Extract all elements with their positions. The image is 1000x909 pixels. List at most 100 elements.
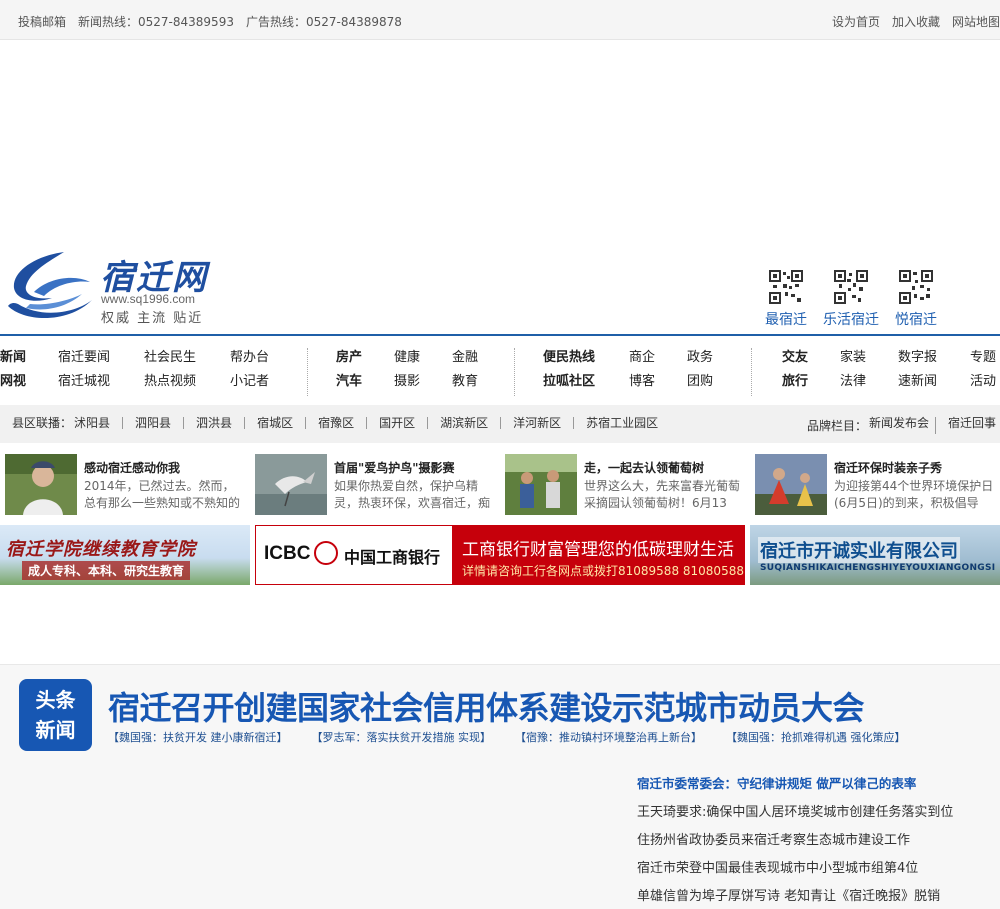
county-bar: 县区联播： 沭阳县 泗阳县 泗洪县 宿城区 宿豫区 国开区 湖滨新区 洋河新区 … xyxy=(0,405,1000,443)
top-bar-actions: 设为首页 加入收藏 网站地图 xyxy=(832,13,1000,30)
county-link[interactable]: 苏宿工业园区 xyxy=(573,417,670,429)
qr-code-icon xyxy=(769,270,803,304)
logo-url: www.sq1996.com xyxy=(101,292,196,306)
nav-item-suqian-news[interactable]: 宿迁要闻 xyxy=(58,346,144,370)
brand-links: 品牌栏目： 新闻发布会 宿迁回事 xyxy=(807,417,996,434)
county-label-text: 县区联播： xyxy=(12,416,73,430)
card-title[interactable]: 宿迁环保时装亲子秀 xyxy=(834,459,942,476)
qr-lehuo-suqian[interactable]: 乐活宿迁 xyxy=(822,270,880,329)
nav-item-law[interactable]: 法律 xyxy=(840,370,898,394)
logo-swoosh-icon xyxy=(8,252,92,319)
logo-slogan: 权威 主流 贴近 xyxy=(101,311,204,326)
nav-item-suqian-tv[interactable]: 宿迁城视 xyxy=(58,370,144,394)
ad-banner-college[interactable]: 宿迁学院继续教育学院 成人专科、本科、研究生教育 xyxy=(0,525,250,585)
brand-link[interactable]: 新闻发布会 xyxy=(867,417,935,434)
site-logo[interactable]: 宿迁网 www.sq1996.com 权威 主流 贴近 xyxy=(4,248,224,326)
brand-link[interactable]: 宿迁回事 xyxy=(934,417,996,434)
nav-item-digital-paper[interactable]: 数字报 xyxy=(898,346,970,370)
news-list-item[interactable]: 宿迁市委常委会：守纪律讲规矩 做严以律己的表率 xyxy=(637,773,997,801)
nav-item-education[interactable]: 教育 xyxy=(452,370,502,394)
nav-item-travel[interactable]: 旅行 xyxy=(782,370,840,394)
card-desc: 如果你热爱自然，保护乌精灵，热衷环保，欢喜宿迁，痴 xyxy=(334,479,491,510)
featured-card[interactable]: 走，一起去认领葡萄树 世界这么大，先来富春光葡萄采摘园认领葡萄树！6月13 xyxy=(500,454,745,516)
card-thumbnail-image xyxy=(5,454,77,515)
county-link[interactable]: 湖滨新区 xyxy=(427,417,500,429)
headline-sublink[interactable]: 【宿豫：推动镇村环境整治再上新台】 xyxy=(515,729,702,745)
card-title[interactable]: 感动宿迁感动你我 xyxy=(84,459,180,476)
nav-item-health[interactable]: 健康 xyxy=(394,346,452,370)
headline-sublink[interactable]: 【魏国强：扶贫开发 建小康新宿迁】 xyxy=(108,729,288,745)
news-hotline: 新闻热线：0527-84389593 xyxy=(78,15,234,29)
icbc-promo-line1: 工商银行财富管理您的低碳理财生活 xyxy=(462,540,734,560)
nav-item-dating[interactable]: 交友 xyxy=(782,346,840,370)
nav-item-hot-video[interactable]: 热点视频 xyxy=(144,370,230,394)
nav-item-government[interactable]: 政务 xyxy=(687,346,737,370)
nav-item-auto[interactable]: 汽车 xyxy=(336,370,394,394)
top-bar-contacts: 投稿邮箱 新闻热线：0527-84389593 广告热线：0527-843898… xyxy=(18,13,402,30)
qr-code-icon xyxy=(899,270,933,304)
news-list-item[interactable]: 宿迁市荣登中国最佳表现城市中小型城市组第4位 xyxy=(637,857,997,885)
nav-item-kid-reporter[interactable]: 小记者 xyxy=(230,370,290,394)
nav-item-help-desk[interactable]: 帮办台 xyxy=(230,346,290,370)
nav-item-business[interactable]: 商企 xyxy=(629,346,687,370)
nav-item-house[interactable]: 房产 xyxy=(336,346,394,370)
county-link[interactable]: 宿豫区 xyxy=(305,417,366,429)
card-title[interactable]: 走，一起去认领葡萄树 xyxy=(584,459,704,476)
nav-group-service: 便民热线 拉呱社区 商企 博客 政务 团购 xyxy=(543,346,737,394)
ad-title: 宿迁市开诚实业有限公司 xyxy=(758,537,960,563)
nav-item-community[interactable]: 拉呱社区 xyxy=(543,370,629,394)
nav-item-finance[interactable]: 金融 xyxy=(452,346,502,370)
qr-zui-suqian[interactable]: 最宿迁 xyxy=(760,270,812,329)
nav-item-events[interactable]: 活动 xyxy=(970,370,1000,394)
county-link[interactable]: 沭阳县 xyxy=(72,417,122,429)
icbc-logo-area: ICBC 中国工商银行 xyxy=(256,526,452,584)
icbc-name: 中国工商银行 xyxy=(344,548,441,567)
nav-group-more: 交友 旅行 家装 法律 数字报 速新闻 专题 活动 xyxy=(782,346,1000,394)
badge-line: 新闻 xyxy=(35,718,76,742)
nav-item-video[interactable]: 网视 xyxy=(0,370,58,394)
headline-sublink[interactable]: 【罗志军：落实扶贫开发措施 实现】 xyxy=(312,729,492,745)
nav-item-group-buy[interactable]: 团购 xyxy=(687,370,737,394)
ad-hotline: 广告热线：0527-84389878 xyxy=(245,15,402,29)
qr-code-group: 最宿迁 乐活宿迁 悦宿迁 xyxy=(760,270,942,329)
county-link[interactable]: 国开区 xyxy=(366,417,427,429)
news-list-item[interactable]: 住扬州省政协委员来宿迁考察生态城市建设工作 xyxy=(637,829,997,857)
county-link[interactable]: 宿城区 xyxy=(244,417,305,429)
nav-item-photo[interactable]: 摄影 xyxy=(394,370,452,394)
brand-label: 品牌栏目： xyxy=(806,419,867,433)
site-map-link[interactable]: 网站地图 xyxy=(952,13,1000,30)
qr-yue-suqian[interactable]: 悦宿迁 xyxy=(890,270,942,329)
icbc-promo: 工商银行财富管理您的低碳理财生活 详情请咨询工行各网点或拨打81089588 8… xyxy=(452,526,744,584)
county-link[interactable]: 泗阳县 xyxy=(122,417,183,429)
submit-email-link[interactable]: 投稿邮箱 xyxy=(18,13,66,30)
featured-cards: 感动宿迁感动你我 2014年，已然过去。然而，总有那么一些熟知或不熟知的 首届"… xyxy=(0,454,1000,516)
nav-item-blog[interactable]: 博客 xyxy=(629,370,687,394)
headline-title[interactable]: 宿迁召开创建国家社会信用体系建设示范城市动员大会 xyxy=(108,683,865,729)
nav-item-topics[interactable]: 专题 xyxy=(970,346,1000,370)
nav-item-hotline[interactable]: 便民热线 xyxy=(543,346,629,370)
county-link[interactable]: 泗洪县 xyxy=(183,417,244,429)
featured-card[interactable]: 宿迁环保时装亲子秀 为迎接第44个世界环境保护日(6月5日)的到来，积极倡导 xyxy=(750,454,995,516)
nav-divider xyxy=(307,348,308,396)
ad-banner-icbc[interactable]: ICBC 中国工商银行 工商银行财富管理您的低碳理财生活 详情请咨询工行各网点或… xyxy=(255,525,745,585)
nav-item-quick-news[interactable]: 速新闻 xyxy=(898,370,970,394)
nav-group-news: 新闻 网视 宿迁要闻 宿迁城视 社会民生 热点视频 帮办台 小记者 xyxy=(0,346,290,394)
badge-line: 头条 xyxy=(35,688,76,712)
card-desc: 世界这么大，先来富春光葡萄采摘园认领葡萄树！6月13 xyxy=(584,479,741,510)
add-favorite-link[interactable]: 加入收藏 xyxy=(892,13,940,30)
set-homepage-link[interactable]: 设为首页 xyxy=(832,13,880,30)
news-list-item[interactable]: 王天琦要求:确保中国人居环境奖城市创建任务落实到位 xyxy=(637,801,997,829)
nav-item-news[interactable]: 新闻 xyxy=(0,346,58,370)
county-link[interactable]: 洋河新区 xyxy=(500,417,573,429)
news-list-item[interactable]: 单雄信曾为埠子厚饼写诗 老知青让《宿迁晚报》脱销 xyxy=(637,885,997,909)
ad-banner-kaicheng[interactable]: 宿迁市开诚实业有限公司 SUQIANSHIKAICHENGSHIYEYOUXIA… xyxy=(750,525,1000,585)
nav-item-home-decor[interactable]: 家装 xyxy=(840,346,898,370)
headline-sublink[interactable]: 【魏国强：抢抓难得机遇 强化策应】 xyxy=(726,729,906,745)
ad-subtitle: SUQIANSHIKAICHENGSHIYEYOUXIANGONGSI xyxy=(760,563,996,573)
headline-section: 头条 新闻 宿迁召开创建国家社会信用体系建设示范城市动员大会 【魏国强：扶贫开发… xyxy=(0,664,1000,909)
card-title[interactable]: 首届"爱鸟护鸟"摄影赛 xyxy=(334,459,455,476)
featured-card[interactable]: 感动宿迁感动你我 2014年，已然过去。然而，总有那么一些熟知或不熟知的 xyxy=(0,454,245,516)
nav-item-society[interactable]: 社会民生 xyxy=(144,346,230,370)
featured-card[interactable]: 首届"爱鸟护鸟"摄影赛 如果你热爱自然，保护乌精灵，热衷环保，欢喜宿迁，痴 xyxy=(250,454,495,516)
ad-title: 宿迁学院继续教育学院 xyxy=(6,539,196,560)
